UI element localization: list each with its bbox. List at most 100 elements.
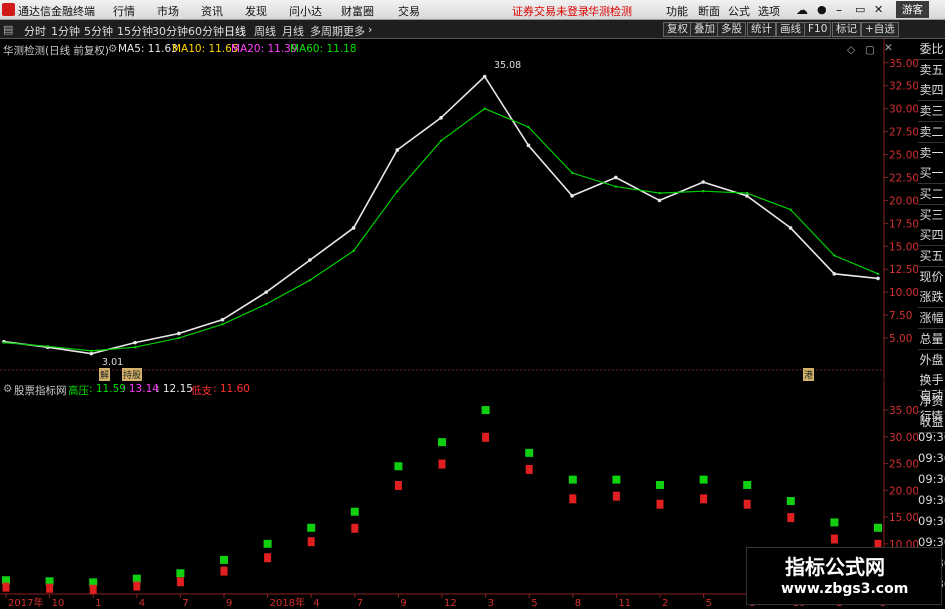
menu-zixun[interactable]: 资讯 bbox=[201, 3, 223, 19]
high-marker bbox=[307, 523, 316, 532]
indicator-stat: 低支 bbox=[191, 385, 212, 397]
data-point bbox=[832, 272, 837, 276]
data-point bbox=[482, 74, 487, 79]
login-notice[interactable]: 证券交易未登录 bbox=[512, 3, 589, 19]
biaoji-button[interactable]: 标记 bbox=[832, 22, 861, 37]
quote-field-label: 买一 bbox=[918, 163, 945, 185]
tf-30min[interactable]: 30分钟 bbox=[152, 23, 188, 39]
data-point bbox=[614, 175, 618, 180]
high-marker bbox=[394, 462, 403, 471]
menu-shichang[interactable]: 市场 bbox=[157, 3, 179, 19]
menu-duanmian[interactable]: 断面 bbox=[698, 3, 720, 19]
tf-5min[interactable]: 5分钟 bbox=[84, 23, 113, 39]
cloud-icon[interactable]: ☁ bbox=[796, 3, 808, 17]
main-chart-svg[interactable]: 5.00 7.50 10.00 12.50 15.00 17.50 20.00 22.50 25… bbox=[0, 39, 919, 379]
quote-field-label: 卖四 bbox=[918, 80, 945, 102]
x-tick-label: 1 bbox=[95, 598, 101, 609]
high-marker bbox=[481, 406, 490, 415]
tf-60min[interactable]: 60分钟 bbox=[188, 23, 224, 39]
high-marker bbox=[263, 539, 272, 548]
tick-row: 09:30 bbox=[918, 451, 945, 465]
y-tick-label: 35.00 bbox=[889, 58, 918, 70]
tf-1min[interactable]: 1分钟 bbox=[51, 23, 80, 39]
huaxian-button[interactable]: 画线 bbox=[776, 22, 805, 37]
collapse-icon[interactable]: ◇ bbox=[847, 44, 855, 56]
data-point bbox=[352, 249, 355, 253]
main-chart-title: 华测检测(日线 前复权) bbox=[3, 45, 110, 57]
quote-field-label: 卖二 bbox=[918, 121, 945, 143]
x-tick-label: 4 bbox=[313, 598, 319, 609]
data-point bbox=[46, 345, 49, 348]
tf-15min[interactable]: 15分钟 bbox=[117, 23, 153, 39]
add-watchlist-button[interactable]: +自选 bbox=[861, 22, 899, 37]
minimize-icon[interactable]: – bbox=[836, 3, 842, 17]
x-tick-label: 4 bbox=[139, 598, 145, 609]
tick-row: 09:30 bbox=[918, 430, 945, 444]
high-marker bbox=[132, 574, 141, 583]
menu-caifuquan[interactable]: 财富圈 bbox=[341, 3, 374, 19]
y-tick-label: 27.50 bbox=[889, 127, 918, 139]
data-point bbox=[220, 317, 225, 322]
data-point bbox=[526, 143, 531, 148]
menu-gongshi[interactable]: 公式 bbox=[728, 3, 750, 19]
maximize-icon[interactable]: ▭ bbox=[855, 3, 865, 16]
menu-gongneng[interactable]: 功能 bbox=[666, 3, 688, 19]
x-tick-label: 11 bbox=[618, 598, 631, 609]
duogu-button[interactable]: 多股 bbox=[717, 22, 746, 37]
data-point bbox=[351, 226, 356, 230]
x-tick-label: 9 bbox=[226, 598, 232, 609]
tf-fenshi[interactable]: 分时 bbox=[24, 23, 46, 39]
chart-close-icon[interactable]: ✕ bbox=[884, 42, 893, 54]
data-point bbox=[177, 331, 181, 336]
f10-button[interactable]: F10 bbox=[804, 22, 832, 37]
tf-more[interactable]: 更多 bbox=[343, 23, 365, 39]
x-tick-label: 5 bbox=[531, 598, 537, 609]
panel-toggle-icon[interactable]: ▤ bbox=[3, 23, 13, 36]
menu-hangqing[interactable]: 行情 bbox=[113, 3, 135, 19]
low-marker bbox=[394, 480, 402, 490]
indicator-stat: : 11.60 bbox=[213, 383, 250, 395]
ma5-label: MA5: 11.63 bbox=[118, 43, 178, 55]
tongji-button[interactable]: 统计 bbox=[747, 22, 776, 37]
y-tick-label: 30.00 bbox=[889, 432, 918, 444]
main-chart-panel[interactable]: 5.00 7.50 10.00 12.50 15.00 17.50 20.00 22.50 25… bbox=[0, 39, 945, 381]
tf-multi[interactable]: 多周期 bbox=[310, 23, 343, 39]
watermark-logo: 指标公式网 www.zbgs3.com bbox=[746, 547, 942, 605]
y-tick-label: 25.00 bbox=[889, 150, 918, 162]
y-tick-label: 5.00 bbox=[889, 333, 912, 345]
series-line-ma60 bbox=[3, 107, 879, 352]
tf-monthly[interactable]: 月线 bbox=[282, 23, 304, 39]
ma20-label: MA20: 11.39 bbox=[231, 43, 298, 55]
y-tick-label: 32.50 bbox=[889, 81, 918, 93]
low-marker bbox=[351, 523, 359, 533]
close-icon[interactable]: ✕ bbox=[874, 3, 883, 16]
settings-icon[interactable]: ⚙ bbox=[108, 43, 117, 55]
menu-jiaoyi[interactable]: 交易 bbox=[398, 3, 420, 19]
menu-xuanxiang[interactable]: 选项 bbox=[758, 3, 780, 19]
data-point bbox=[876, 276, 880, 281]
expand-icon[interactable]: ▢ bbox=[865, 44, 875, 56]
low-marker bbox=[89, 584, 97, 594]
indicator-stat: : 13.14 bbox=[122, 383, 159, 395]
diejia-button[interactable]: 叠加 bbox=[690, 22, 719, 37]
indicator-settings-icon[interactable]: ⚙ bbox=[3, 383, 12, 395]
y-tick-label: 10.00 bbox=[889, 287, 918, 299]
fuquan-button[interactable]: 复权 bbox=[663, 22, 692, 37]
chevron-right-icon[interactable]: › bbox=[368, 23, 372, 36]
app-title: 通达信金融终端 bbox=[18, 5, 95, 18]
guest-button[interactable]: 游客 bbox=[896, 1, 929, 18]
stock-link[interactable]: 华测检测 bbox=[588, 3, 632, 19]
ma60-label: MA60: 11.18 bbox=[290, 43, 357, 55]
menu-wenxiaoda[interactable]: 问小达 bbox=[289, 3, 322, 19]
data-point bbox=[788, 226, 793, 230]
high-marker bbox=[786, 497, 795, 506]
data-point bbox=[483, 107, 486, 110]
quote-field-label: 涨幅 bbox=[918, 308, 945, 330]
data-point bbox=[876, 272, 880, 276]
menu-faxian[interactable]: 发现 bbox=[245, 3, 267, 19]
tf-weekly[interactable]: 周线 bbox=[254, 23, 276, 39]
user-icon[interactable]: ● bbox=[817, 3, 827, 16]
y-tick-label: 12.50 bbox=[889, 264, 918, 276]
tf-daily[interactable]: 日线 bbox=[224, 23, 246, 39]
data-point bbox=[745, 194, 749, 198]
